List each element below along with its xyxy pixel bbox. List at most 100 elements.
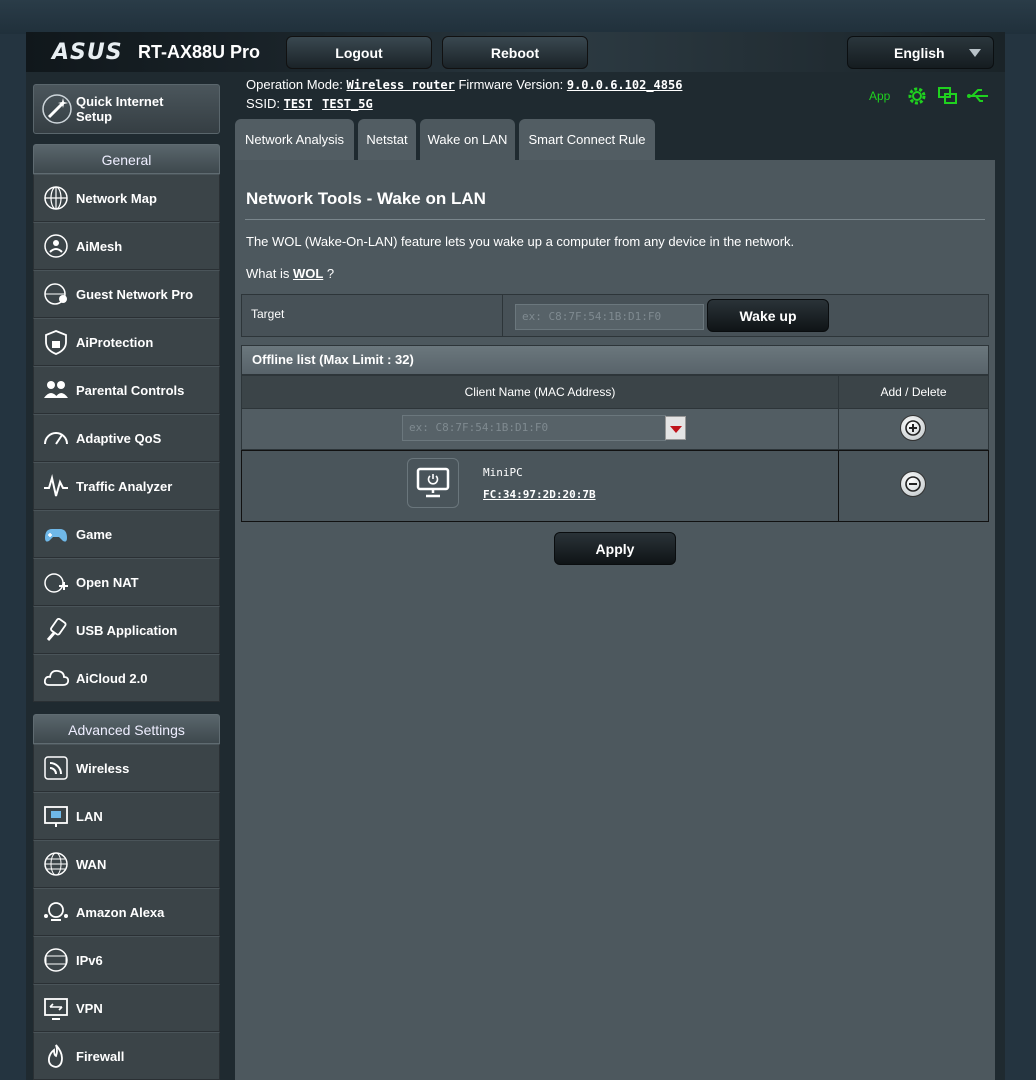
logout-button[interactable]: Logout xyxy=(286,36,432,69)
what-is-suffix: ? xyxy=(326,266,335,281)
model-name: RT-AX88U Pro xyxy=(138,42,261,62)
usb-status-icon[interactable] xyxy=(966,86,990,106)
page-title: Network Tools - Wake on LAN xyxy=(246,189,486,208)
qis-label-line2: Setup xyxy=(76,109,113,124)
sidebar-item-label: Traffic Analyzer xyxy=(76,478,173,494)
what-is-prefix: What is xyxy=(246,266,290,281)
qis-label: Quick Internet Setup xyxy=(76,94,163,124)
quick-internet-setup-button[interactable]: Quick Internet Setup xyxy=(33,84,220,134)
sidebar-item-amazon-alexa[interactable]: Amazon Alexa xyxy=(33,888,220,936)
sidebar-item-label: AiProtection xyxy=(76,334,154,350)
sidebar-item-label: Guest Network Pro xyxy=(76,286,194,302)
wand-icon xyxy=(42,94,72,124)
sidebar-item-aimesh[interactable]: AiMesh xyxy=(33,222,220,270)
target-mac-input[interactable]: ex: C8:7F:54:1B:D1:F0 xyxy=(515,304,704,330)
client-name-column-header: Client Name (MAC Address) xyxy=(241,375,839,409)
client-name: MiniPC xyxy=(483,466,523,479)
vpn-icon xyxy=(40,992,72,1024)
wireless-icon xyxy=(40,752,72,784)
firewall-icon xyxy=(40,1040,72,1072)
sidebar-item-parental-controls[interactable]: Parental Controls xyxy=(33,366,220,414)
language-select[interactable]: English xyxy=(847,36,994,69)
sidebar-item-label: Firewall xyxy=(76,1048,125,1064)
wan-icon xyxy=(40,848,72,880)
delete-client-button[interactable] xyxy=(900,471,926,497)
sidebar-item-label: Open NAT xyxy=(76,574,139,590)
operation-mode-link[interactable]: Wireless router xyxy=(346,78,454,92)
sidebar-item-aicloud-2-0[interactable]: AiCloud 2.0 xyxy=(33,654,220,702)
sidebar-item-vpn[interactable]: VPN xyxy=(33,984,220,1032)
sidebar-item-wan[interactable]: WAN xyxy=(33,840,220,888)
new-client-mac-input[interactable]: ex: C8:7F:54:1B:D1:F0 xyxy=(402,415,666,441)
alexa-icon xyxy=(40,896,72,928)
sidebar-item-traffic-analyzer[interactable]: Traffic Analyzer xyxy=(33,462,220,510)
sidebar-item-label: Adaptive QoS xyxy=(76,430,162,446)
advanced-menu: Wireless LAN WAN Amazon Alexa IPv6 VPN Firewal… xyxy=(33,744,220,1080)
client-mac-link[interactable]: FC:34:97:2D:20:7B xyxy=(483,488,596,501)
sidebar-item-adaptive-qos[interactable]: Adaptive QoS xyxy=(33,414,220,462)
ssid-link-2[interactable]: TEST_5G xyxy=(322,97,373,111)
app-link[interactable]: App xyxy=(869,89,890,103)
ssid-label: SSID: xyxy=(246,96,280,111)
sidebar-item-ipv6[interactable]: IPv6 xyxy=(33,936,220,984)
game-icon xyxy=(40,518,72,550)
wol-description: The WOL (Wake-On-LAN) feature lets you w… xyxy=(246,234,795,249)
operation-mode-label: Operation Mode: xyxy=(246,77,343,92)
offline-list-title: Offline list (Max Limit : 32) xyxy=(241,345,989,375)
ssid-info: SSID: TEST TEST_5G xyxy=(246,96,373,111)
sidebar-item-guest-network-pro[interactable]: Guest Network Pro xyxy=(33,270,220,318)
tab-netstat[interactable]: Netstat xyxy=(358,119,416,160)
network-map-icon xyxy=(40,182,72,214)
sidebar-item-aiprotection[interactable]: AiProtection xyxy=(33,318,220,366)
sidebar-item-wireless[interactable]: Wireless xyxy=(33,744,220,792)
sidebar-item-label: IPv6 xyxy=(76,952,103,968)
reboot-button[interactable]: Reboot xyxy=(442,36,588,69)
guest-network-icon xyxy=(40,278,72,310)
apply-button[interactable]: Apply xyxy=(554,532,676,565)
ipv6-icon xyxy=(40,944,72,976)
sidebar-item-label: Parental Controls xyxy=(76,382,185,398)
tab-smart-connect-rule[interactable]: Smart Connect Rule xyxy=(519,119,655,160)
sidebar-item-label: AiMesh xyxy=(76,238,123,254)
qis-label-line1: Quick Internet xyxy=(76,94,164,109)
tab-network-analysis[interactable]: Network Analysis xyxy=(235,119,354,160)
lan-icon xyxy=(40,800,72,832)
chevron-down-icon xyxy=(969,49,981,57)
wake-up-button[interactable]: Wake up xyxy=(707,299,829,332)
tab-wake-on-lan[interactable]: Wake on LAN xyxy=(420,119,515,160)
sidebar-item-label: Amazon Alexa xyxy=(76,904,165,920)
firmware-label: Firmware Version: xyxy=(458,77,564,92)
aimesh-icon xyxy=(40,230,72,262)
page-top-band xyxy=(0,0,1036,34)
open-nat-icon xyxy=(40,566,72,598)
title-divider xyxy=(245,219,985,220)
wol-help-link[interactable]: WOL xyxy=(293,266,323,281)
sidebar-item-label: Network Map xyxy=(76,190,157,206)
aiprotection-icon xyxy=(40,326,72,358)
sidebar-item-label: LAN xyxy=(76,808,103,824)
monitor-power-icon xyxy=(416,467,450,498)
sidebar-item-network-map[interactable]: Network Map xyxy=(33,174,220,222)
sidebar-item-open-nat[interactable]: Open NAT xyxy=(33,558,220,606)
client-dropdown-button[interactable] xyxy=(665,416,686,440)
gear-icon[interactable] xyxy=(906,85,928,107)
target-separator xyxy=(502,294,503,337)
sidebar-item-game[interactable]: Game xyxy=(33,510,220,558)
general-menu: Network Map AiMesh Guest Network Pro AiProt… xyxy=(33,174,220,702)
operation-info: Operation Mode: Wireless router Firmware… xyxy=(246,77,682,92)
firmware-link[interactable]: 9.0.0.6.102_4856 xyxy=(567,78,683,92)
add-delete-column-header: Add / Delete xyxy=(838,375,989,409)
sidebar-item-firewall[interactable]: Firewall xyxy=(33,1032,220,1080)
devices-icon[interactable] xyxy=(938,87,958,105)
add-client-button[interactable] xyxy=(900,415,926,441)
sidebar-item-label: Wireless xyxy=(76,760,130,776)
ssid-link-1[interactable]: TEST xyxy=(284,97,313,111)
sidebar-item-label: VPN xyxy=(76,1000,103,1016)
sidebar-item-label: AiCloud 2.0 xyxy=(76,670,148,686)
adaptive-qos-icon xyxy=(40,422,72,454)
usb-icon xyxy=(40,614,72,646)
sidebar-item-usb-application[interactable]: USB Application xyxy=(33,606,220,654)
what-is-wol: What is WOL ? xyxy=(246,266,334,281)
sidebar-item-lan[interactable]: LAN xyxy=(33,792,220,840)
parental-controls-icon xyxy=(40,374,72,406)
